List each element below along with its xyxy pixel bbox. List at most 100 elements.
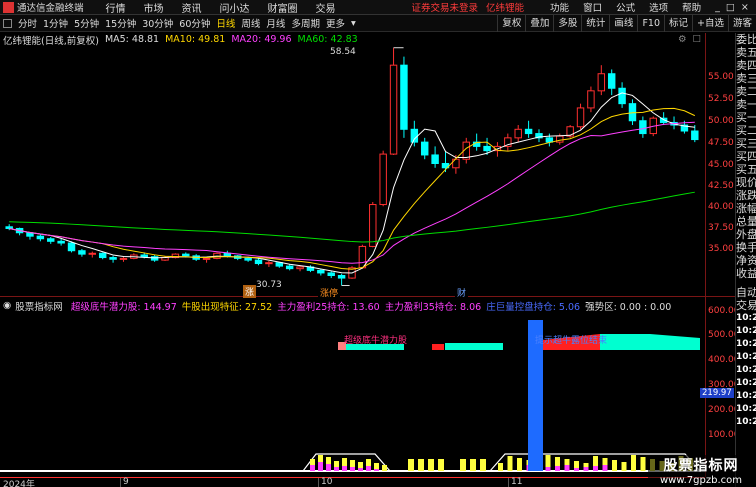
indicator-bar: [640, 457, 646, 471]
candle-body[interactable]: [618, 87, 626, 105]
tab-weekly[interactable]: 周线: [238, 16, 263, 30]
candle-body[interactable]: [285, 265, 294, 270]
indicator-bar: [460, 459, 466, 471]
menu-wenxiaoda[interactable]: 问小达: [220, 0, 250, 15]
candle-body[interactable]: [483, 145, 491, 152]
menu-hangqing[interactable]: 行情: [106, 0, 126, 15]
indicator-bar: [631, 455, 636, 471]
tag-zhangting[interactable]: 涨停: [318, 286, 341, 299]
indicator-bar: [621, 462, 627, 471]
tab-30min[interactable]: 30分钟: [139, 16, 176, 30]
candle-body[interactable]: [150, 256, 159, 261]
tab-5min[interactable]: 5分钟: [71, 16, 102, 30]
tab-daily[interactable]: 日线: [213, 16, 238, 30]
chevron-down-icon[interactable]: ▾: [348, 18, 359, 29]
side-label: 委比: [736, 33, 756, 46]
mark-button[interactable]: 标记: [664, 14, 692, 32]
candle-body[interactable]: [254, 259, 263, 265]
add-watchlist-button[interactable]: +自选: [692, 14, 728, 32]
tab-multi-period[interactable]: 多周期: [288, 16, 323, 30]
settings-icon[interactable]: ⚙: [678, 34, 687, 45]
candle-body[interactable]: [597, 73, 606, 92]
candle-body[interactable]: [691, 130, 699, 141]
draw-line-button[interactable]: 画线: [609, 14, 637, 32]
candle-body[interactable]: [327, 272, 335, 277]
candle-body[interactable]: [514, 128, 522, 139]
menu-gongneng[interactable]: 功能: [550, 0, 569, 14]
candle-body[interactable]: [265, 262, 273, 265]
candle-body[interactable]: [607, 73, 616, 89]
candle-body[interactable]: [47, 238, 55, 242]
candle-body[interactable]: [140, 254, 148, 258]
candle-body[interactable]: [109, 257, 117, 260]
candle-body[interactable]: [389, 64, 398, 155]
candle-body[interactable]: [98, 252, 107, 259]
side-time: 10:24: [736, 352, 756, 362]
candle-body[interactable]: [182, 253, 190, 257]
f10-button[interactable]: F10: [637, 14, 664, 32]
menu-jiaoyi[interactable]: 交易: [316, 0, 336, 15]
candle-body[interactable]: [369, 204, 377, 247]
fuquan-button[interactable]: 复权: [497, 14, 525, 32]
candle-body[interactable]: [410, 128, 419, 143]
menu-shichang[interactable]: 市场: [144, 0, 164, 15]
indicator-bar: [498, 463, 503, 471]
tab-60min[interactable]: 60分钟: [176, 16, 213, 30]
menu-chuangkou[interactable]: 窗口: [583, 0, 602, 14]
statistics-button[interactable]: 统计: [581, 14, 609, 32]
candle-body[interactable]: [296, 266, 304, 270]
window-box-icon[interactable]: ☐: [692, 34, 701, 45]
candle-body[interactable]: [420, 141, 429, 156]
candle-body[interactable]: [244, 257, 252, 261]
indicator-bar: [334, 461, 339, 467]
overlay-button[interactable]: 叠加: [525, 14, 553, 32]
minimize-icon[interactable]: _: [715, 2, 720, 13]
tab-fenshi[interactable]: 分时: [15, 16, 40, 30]
multi-stock-button[interactable]: 多股: [553, 14, 581, 32]
indicator-name[interactable]: 股票指标网: [15, 299, 63, 313]
tag-zhang[interactable]: 涨: [243, 285, 257, 298]
candle-body[interactable]: [36, 235, 45, 240]
candle-body[interactable]: [639, 120, 647, 135]
candle-body[interactable]: [337, 275, 346, 279]
menu-caifuquan[interactable]: 财富圈: [268, 0, 298, 15]
menu-gongshi[interactable]: 公式: [616, 0, 635, 14]
candle-body[interactable]: [57, 240, 65, 244]
candle-body[interactable]: [119, 257, 128, 260]
layout-toggle-icon[interactable]: [3, 18, 12, 28]
close-icon[interactable]: ×: [741, 2, 749, 13]
candle-body[interactable]: [400, 64, 408, 130]
tab-monthly[interactable]: 月线: [263, 16, 288, 30]
tab-1min[interactable]: 1分钟: [40, 16, 71, 30]
menu-zixun[interactable]: 资讯: [182, 0, 202, 15]
candle-body[interactable]: [5, 226, 13, 229]
indicator-bar: [574, 461, 579, 468]
candle-body[interactable]: [587, 90, 595, 109]
tab-15min[interactable]: 15分钟: [102, 16, 139, 30]
tab-more[interactable]: 更多: [323, 16, 348, 30]
indicator-bar: [408, 459, 414, 471]
side-label[interactable]: 自动: [736, 286, 756, 299]
candle-body[interactable]: [524, 128, 533, 135]
candle-body[interactable]: [275, 262, 284, 267]
guest-button[interactable]: 游客: [727, 14, 756, 32]
candle-body[interactable]: [379, 153, 387, 206]
side-label: 现价: [736, 176, 756, 189]
candle-body[interactable]: [78, 250, 86, 255]
candle-body[interactable]: [628, 103, 637, 122]
candle-body[interactable]: [67, 242, 76, 252]
side-time: 10:24: [736, 339, 756, 349]
candle-body[interactable]: [431, 154, 439, 164]
candle-body[interactable]: [88, 252, 97, 255]
tag-cai[interactable]: 财: [455, 286, 469, 299]
candlestick-chart[interactable]: [0, 46, 705, 296]
candle-body[interactable]: [317, 269, 325, 274]
maximize-icon[interactable]: □: [726, 2, 735, 13]
candle-body[interactable]: [202, 257, 211, 260]
menu-xuanxiang[interactable]: 选项: [649, 0, 668, 14]
side-label[interactable]: 交易: [736, 299, 756, 312]
candle-body[interactable]: [576, 107, 585, 128]
login-warning[interactable]: 证券交易未登录: [412, 0, 479, 14]
menu-bangzhu[interactable]: 帮助: [682, 0, 701, 14]
candle-body[interactable]: [545, 137, 554, 143]
